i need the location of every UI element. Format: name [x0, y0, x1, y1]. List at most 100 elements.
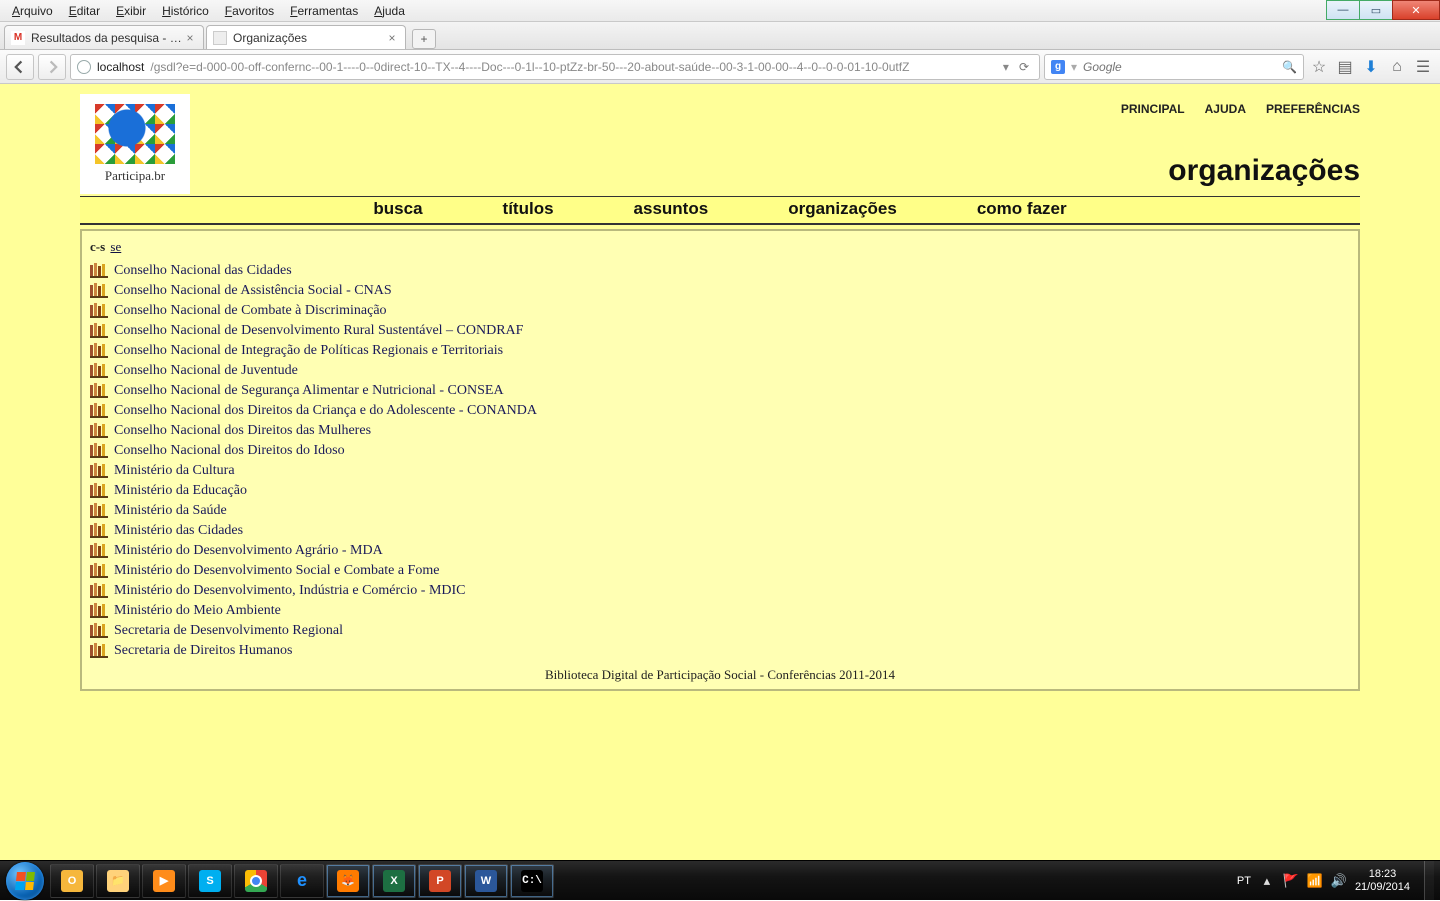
browser-tab[interactable]: Organizações× [206, 25, 406, 49]
nav-tab-títulos[interactable]: títulos [503, 199, 554, 219]
bookshelf-icon[interactable] [90, 364, 108, 378]
organization-link[interactable]: Secretaria de Direitos Humanos [114, 643, 292, 659]
bookshelf-icon[interactable] [90, 324, 108, 338]
organization-link[interactable]: Conselho Nacional de Combate à Discrimin… [114, 303, 387, 319]
organization-link[interactable]: Ministério das Cidades [114, 523, 243, 539]
dropdown-icon[interactable]: ▾ [1071, 60, 1077, 74]
organization-link[interactable]: Ministério do Desenvolvimento Social e C… [114, 563, 439, 579]
taskbar-powerpoint[interactable]: P [418, 864, 462, 898]
back-button[interactable] [6, 54, 34, 80]
bookshelf-icon[interactable] [90, 404, 108, 418]
bookshelf-icon[interactable] [90, 584, 108, 598]
window-minimize-button[interactable]: — [1326, 0, 1360, 20]
address-bar[interactable]: localhost /gsdl?e=d-000-00-off-confernc-… [70, 54, 1040, 80]
menu-ferramentas[interactable]: Ferramentas [282, 2, 366, 20]
menu-ajuda[interactable]: Ajuda [366, 2, 413, 20]
dropdown-icon[interactable]: ▾ [1003, 60, 1009, 74]
collection-footer: Biblioteca Digital de Participação Socia… [90, 661, 1350, 685]
bookshelf-icon[interactable] [90, 544, 108, 558]
bookshelf-icon[interactable] [90, 624, 108, 638]
alpha-link-se[interactable]: se [110, 239, 121, 254]
nav-tab-busca[interactable]: busca [373, 199, 422, 219]
organization-link[interactable]: Conselho Nacional dos Direitos da Crianç… [114, 403, 537, 419]
organization-link[interactable]: Conselho Nacional dos Direitos do Idoso [114, 443, 345, 459]
language-indicator[interactable]: PT [1237, 875, 1251, 887]
organization-link[interactable]: Conselho Nacional das Cidades [114, 263, 292, 279]
tab-close-icon[interactable]: × [183, 31, 197, 45]
bookshelf-icon[interactable] [90, 564, 108, 578]
taskbar-cmd[interactable]: C:\ [510, 864, 554, 898]
bookshelf-icon[interactable] [90, 504, 108, 518]
bookshelf-icon[interactable] [90, 524, 108, 538]
tray-flag-icon[interactable]: 🚩 [1283, 873, 1299, 889]
show-desktop-button[interactable] [1424, 861, 1434, 901]
menu-histórico[interactable]: Histórico [154, 2, 217, 20]
taskbar-firefox[interactable]: 🦊 [326, 864, 370, 898]
nav-tab-organizações[interactable]: organizações [788, 199, 897, 219]
bookmark-star-icon[interactable]: ☆ [1308, 56, 1330, 78]
organization-link[interactable]: Conselho Nacional de Segurança Alimentar… [114, 383, 504, 399]
start-button[interactable] [6, 862, 44, 900]
search-input[interactable] [1083, 60, 1276, 74]
menu-exibir[interactable]: Exibir [108, 2, 154, 20]
window-maximize-button[interactable]: ▭ [1359, 0, 1393, 20]
organization-link[interactable]: Ministério da Saúde [114, 503, 227, 519]
home-icon[interactable]: ⌂ [1386, 56, 1408, 78]
taskbar-excel[interactable]: X [372, 864, 416, 898]
bookshelf-icon[interactable] [90, 424, 108, 438]
nav-tab-como-fazer[interactable]: como fazer [977, 199, 1067, 219]
browser-tab[interactable]: MResultados da pesquisa - ef...× [4, 25, 204, 49]
new-tab-button[interactable]: + [412, 29, 436, 49]
organization-link[interactable]: Ministério do Desenvolvimento, Indústria… [114, 583, 466, 599]
tray-chevron-icon[interactable]: ▴ [1259, 873, 1275, 889]
top-link-ajuda[interactable]: AJUDA [1205, 102, 1246, 116]
menu-editar[interactable]: Editar [61, 2, 108, 20]
menu-icon[interactable]: ☰ [1412, 56, 1434, 78]
site-logo[interactable]: Participa.br [80, 94, 190, 194]
tab-close-icon[interactable]: × [385, 31, 399, 45]
organization-link[interactable]: Secretaria de Desenvolvimento Regional [114, 623, 343, 639]
search-bar[interactable]: g ▾ 🔍 [1044, 54, 1304, 80]
tray-volume-icon[interactable]: 🔊 [1331, 873, 1347, 889]
taskbar-word[interactable]: W [464, 864, 508, 898]
bookshelf-icon[interactable] [90, 604, 108, 618]
top-link-preferências[interactable]: PREFERÊNCIAS [1266, 102, 1360, 116]
bookshelf-icon[interactable] [90, 284, 108, 298]
bookshelf-icon[interactable] [90, 464, 108, 478]
organization-link[interactable]: Ministério da Educação [114, 483, 247, 499]
top-link-principal[interactable]: PRINCIPAL [1121, 102, 1185, 116]
organization-link[interactable]: Conselho Nacional de Integração de Polít… [114, 343, 503, 359]
bookshelf-icon[interactable] [90, 344, 108, 358]
taskbar-chrome[interactable] [234, 864, 278, 898]
organization-link[interactable]: Ministério da Cultura [114, 463, 235, 479]
bookshelf-icon[interactable] [90, 384, 108, 398]
reader-icon[interactable]: ▤ [1334, 56, 1356, 78]
reload-button[interactable]: ⟳ [1015, 60, 1033, 74]
bookshelf-icon[interactable] [90, 444, 108, 458]
organization-link[interactable]: Conselho Nacional de Juventude [114, 363, 298, 379]
menu-arquivo[interactable]: Arquivo [4, 2, 61, 20]
taskbar-media-player[interactable]: ▶ [142, 864, 186, 898]
organization-link[interactable]: Conselho Nacional de Desenvolvimento Rur… [114, 323, 523, 339]
list-item: Ministério da Cultura [90, 461, 1350, 481]
nav-tab-assuntos[interactable]: assuntos [634, 199, 709, 219]
bookshelf-icon[interactable] [90, 484, 108, 498]
menu-favoritos[interactable]: Favoritos [217, 2, 282, 20]
taskbar-ie[interactable]: e [280, 864, 324, 898]
organization-link[interactable]: Conselho Nacional dos Direitos das Mulhe… [114, 423, 371, 439]
taskbar-outlook[interactable]: O [50, 864, 94, 898]
organization-link[interactable]: Ministério do Meio Ambiente [114, 603, 281, 619]
bookshelf-icon[interactable] [90, 644, 108, 658]
window-close-button[interactable]: ✕ [1392, 0, 1440, 20]
tray-network-icon[interactable]: 📶 [1307, 873, 1323, 889]
organization-link[interactable]: Conselho Nacional de Assistência Social … [114, 283, 392, 299]
bookshelf-icon[interactable] [90, 304, 108, 318]
bookshelf-icon[interactable] [90, 264, 108, 278]
organization-link[interactable]: Ministério do Desenvolvimento Agrário - … [114, 543, 383, 559]
taskbar-clock[interactable]: 18:23 21/09/2014 [1355, 868, 1410, 894]
taskbar-skype[interactable]: S [188, 864, 232, 898]
taskbar-explorer[interactable]: 📁 [96, 864, 140, 898]
forward-button[interactable] [38, 54, 66, 80]
downloads-icon[interactable]: ⬇ [1360, 56, 1382, 78]
search-icon[interactable]: 🔍 [1282, 60, 1297, 74]
